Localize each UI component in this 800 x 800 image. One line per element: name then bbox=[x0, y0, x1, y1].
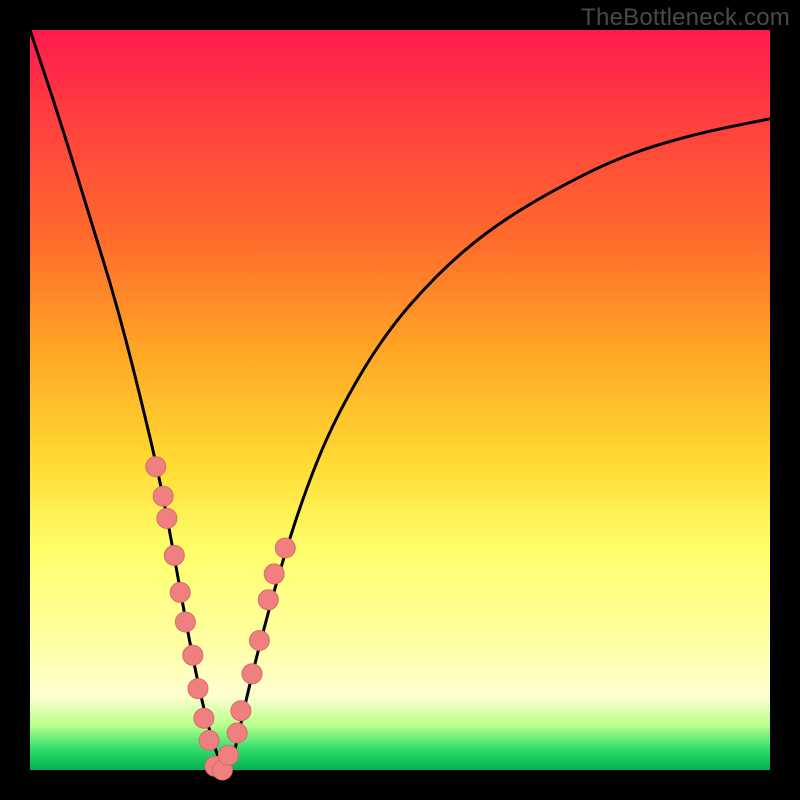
highlight-dots bbox=[146, 457, 295, 780]
highlight-dot bbox=[194, 708, 214, 728]
highlight-dot bbox=[231, 701, 251, 721]
curve-line bbox=[30, 30, 770, 770]
highlight-dot bbox=[170, 582, 190, 602]
highlight-dot bbox=[164, 545, 184, 565]
highlight-dot bbox=[258, 590, 278, 610]
highlight-dot bbox=[175, 612, 195, 632]
highlight-dot bbox=[146, 457, 166, 477]
bottleneck-curve bbox=[30, 30, 770, 770]
plot-area bbox=[30, 30, 770, 770]
chart-svg bbox=[30, 30, 770, 770]
chart-frame: TheBottleneck.com bbox=[0, 0, 800, 800]
highlight-dot bbox=[183, 645, 203, 665]
highlight-dot bbox=[153, 486, 173, 506]
highlight-dot bbox=[227, 723, 247, 743]
watermark-text: TheBottleneck.com bbox=[581, 4, 790, 32]
highlight-dot bbox=[275, 538, 295, 558]
highlight-dot bbox=[188, 679, 208, 699]
highlight-dot bbox=[157, 508, 177, 528]
highlight-dot bbox=[264, 564, 284, 584]
highlight-dot bbox=[218, 745, 238, 765]
highlight-dot bbox=[242, 664, 262, 684]
highlight-dot bbox=[249, 631, 269, 651]
highlight-dot bbox=[199, 730, 219, 750]
